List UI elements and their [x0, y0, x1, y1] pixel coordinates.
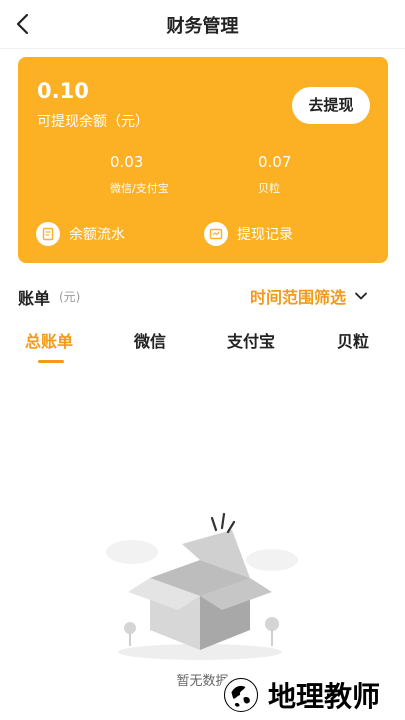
withdraw-record-label: 提现记录 — [237, 227, 293, 243]
watermark: 地理教师 — [218, 670, 380, 720]
balance-flow-icon — [36, 222, 60, 246]
top-bar: 财务管理 — [0, 0, 405, 48]
beili-label: 贝粒 — [258, 182, 280, 195]
withdraw-record-icon — [204, 222, 228, 246]
balance-label: 可提现余额（元） — [37, 114, 149, 130]
tab-alipay[interactable]: 支付宝 — [227, 328, 275, 352]
balance-flow-link[interactable]: 余额流水 — [36, 221, 125, 247]
empty-box-icon — [106, 512, 298, 660]
bill-unit: (元) — [59, 290, 81, 304]
balance-amount: 0.10 — [37, 79, 89, 103]
watermark-logo-icon — [218, 672, 264, 718]
balance-flow-label: 余额流水 — [69, 227, 125, 243]
beili-value: 0.07 — [258, 153, 292, 171]
chevron-down-icon — [355, 292, 367, 300]
time-range-filter-label: 时间范围筛选 — [250, 288, 347, 307]
time-range-filter[interactable]: 时间范围筛选 — [250, 284, 369, 308]
page-title: 财务管理 — [166, 16, 239, 37]
wechat-alipay-value: 0.03 — [110, 153, 144, 171]
watermark-text: 地理教师 — [268, 680, 381, 713]
header-divider — [0, 48, 405, 49]
bill-tabs: 总账单 微信 支付宝 贝粒 — [0, 318, 405, 363]
balance-card: 0.10 可提现余额（元） 去提现 0.03 微信/支付宝 0.07 贝粒 余额… — [18, 57, 388, 263]
withdraw-record-link[interactable]: 提现记录 — [204, 221, 293, 247]
active-tab-indicator — [38, 360, 64, 363]
bill-title: 账单 — [18, 289, 51, 308]
withdraw-button[interactable]: 去提现 — [292, 87, 370, 124]
tab-total[interactable]: 总账单 — [25, 328, 73, 352]
wechat-alipay-label: 微信/支付宝 — [110, 182, 169, 195]
tab-beili[interactable]: 贝粒 — [337, 328, 369, 352]
tab-wechat[interactable]: 微信 — [134, 328, 166, 352]
empty-state: 暂无数据 — [0, 470, 405, 700]
